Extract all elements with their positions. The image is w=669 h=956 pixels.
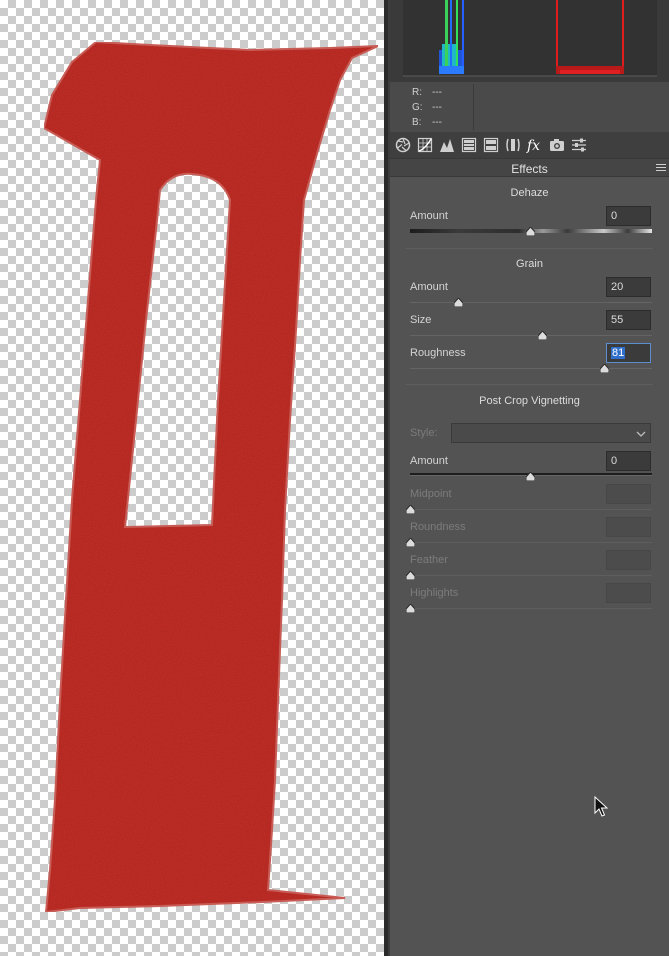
fx-icon[interactable]: fx — [525, 135, 545, 155]
grain-roughness-value: 81 — [611, 347, 626, 359]
effects-panel-header[interactable]: Effects — [390, 158, 669, 177]
vignette-amount-label: Amount — [410, 455, 448, 467]
grain-size-field[interactable]: 55 — [606, 310, 651, 330]
vignette-roundness-slider — [410, 542, 652, 543]
panel-menu-icon[interactable] — [656, 164, 666, 173]
grain-roughness-slider[interactable] — [410, 368, 652, 369]
develop-panel: R: --- G: --- B: --- fx Effects Dehaze A… — [390, 0, 669, 956]
red-paper-shape — [42, 40, 379, 914]
vignette-highlights-label: Highlights — [410, 587, 459, 599]
vignette-roundness-label: Roundness — [410, 521, 466, 533]
detail-icon[interactable] — [437, 135, 457, 155]
dehaze-section-title: Dehaze — [510, 187, 549, 199]
rgb-row-r: R: --- — [412, 87, 442, 98]
grain-section-title: Grain — [516, 258, 543, 270]
grain-size-slider[interactable] — [410, 335, 652, 336]
grain-amount-slider-thumb[interactable] — [454, 298, 463, 307]
rgb-row-g: G: --- — [412, 102, 442, 113]
vignette-amount-slider-thumb[interactable] — [526, 472, 535, 481]
vignette-feather-slider — [410, 575, 652, 576]
vignette-amount-field[interactable]: 0 — [606, 451, 651, 471]
split-toning-icon[interactable] — [481, 135, 501, 155]
vignette-highlights-field — [606, 583, 651, 603]
image-canvas[interactable] — [0, 0, 384, 956]
panel-title: Effects — [511, 162, 548, 176]
dehaze-amount-label: Amount — [410, 210, 448, 222]
rgb-row-b: B: --- — [412, 117, 442, 128]
grain-roughness-field[interactable]: 81 — [606, 343, 651, 363]
rgb-divider — [473, 84, 474, 130]
vignette-style-select[interactable] — [451, 423, 651, 443]
panel-tabs: fx — [390, 132, 669, 158]
dehaze-amount-field[interactable]: 0 — [606, 206, 651, 226]
vignette-midpoint-slider — [410, 509, 652, 510]
chevron-down-icon — [636, 429, 646, 441]
vignette-midpoint-field — [606, 484, 651, 504]
vignette-roundness-field — [606, 517, 651, 537]
grain-amount-slider[interactable] — [410, 302, 652, 303]
grain-roughness-slider-thumb[interactable] — [600, 364, 609, 373]
grain-size-slider-thumb[interactable] — [538, 331, 547, 340]
vignette-feather-label: Feather — [410, 554, 448, 566]
section-divider — [406, 248, 653, 249]
mouse-cursor-icon — [594, 795, 609, 821]
section-divider — [406, 384, 653, 385]
grain-amount-field[interactable]: 20 — [606, 277, 651, 297]
vignette-style-label: Style: — [410, 427, 438, 439]
vignette-highlights-slider-thumb — [406, 604, 415, 613]
vignette-highlights-slider — [410, 608, 652, 609]
lens-corrections-icon[interactable] — [503, 135, 523, 155]
presets-sliders-icon[interactable] — [569, 135, 589, 155]
hsl-icon[interactable] — [459, 135, 479, 155]
grain-roughness-label: Roughness — [410, 347, 466, 359]
histogram — [390, 0, 669, 82]
aperture-icon[interactable] — [393, 135, 413, 155]
vignette-roundness-slider-thumb — [406, 538, 415, 547]
vignette-midpoint-label: Midpoint — [410, 488, 452, 500]
vignette-feather-field — [606, 550, 651, 570]
svg-text:fx: fx — [526, 138, 540, 153]
tone-curve-icon[interactable] — [415, 135, 435, 155]
camera-calibration-icon[interactable] — [547, 135, 567, 155]
vignette-feather-slider-thumb — [406, 571, 415, 580]
vignette-midpoint-slider-thumb — [406, 505, 415, 514]
grain-size-label: Size — [410, 314, 432, 326]
dehaze-amount-slider-thumb[interactable] — [526, 227, 535, 236]
vignette-section-title: Post Crop Vignetting — [479, 395, 580, 407]
rgb-readout: R: --- G: --- B: --- — [390, 82, 669, 132]
grain-amount-label: Amount — [410, 281, 448, 293]
